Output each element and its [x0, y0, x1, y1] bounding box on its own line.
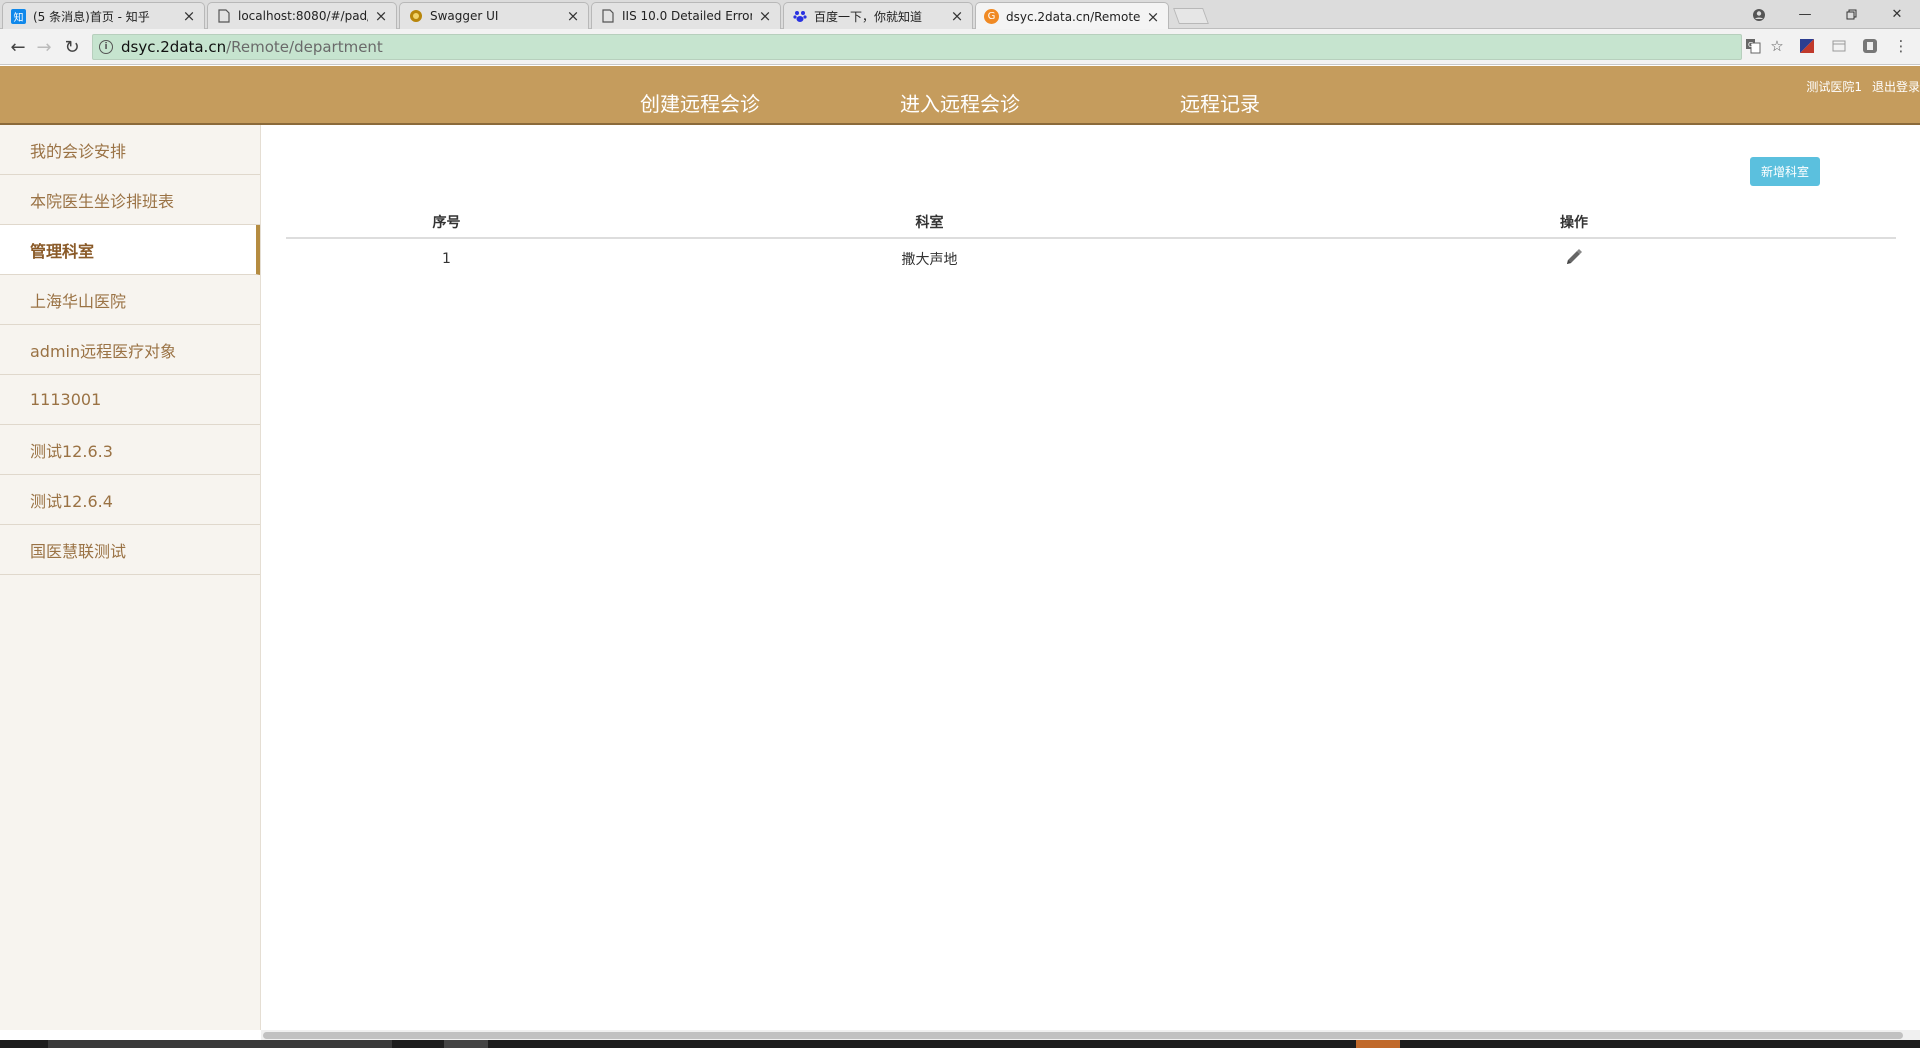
menu-icon[interactable]: ⋮: [1890, 35, 1912, 57]
new-tab-button[interactable]: [1173, 8, 1209, 24]
close-tab-icon[interactable]: ×: [182, 9, 196, 24]
profile-icon[interactable]: [1738, 0, 1780, 29]
browser-tab-title: (5 条消息)首页 - 知乎: [33, 9, 150, 24]
table-header-row: 序号 科室 操作: [286, 206, 1896, 239]
table-row: 1 撒大声地: [286, 238, 1896, 278]
sidebar-item-doctor-schedule[interactable]: 本院医生坐诊排班表: [0, 175, 260, 225]
browser-tab[interactable]: Swagger UI ×: [399, 2, 589, 29]
close-tab-icon[interactable]: ×: [758, 9, 772, 24]
department-table: 序号 科室 操作 1 撒大声地: [286, 206, 1896, 278]
forward-icon[interactable]: →: [32, 35, 56, 59]
logout-link[interactable]: 退出登录: [1872, 78, 1920, 95]
zhihu-icon: 知: [11, 8, 26, 24]
sidebar-item-manage-departments[interactable]: 管理科室: [0, 225, 260, 275]
window-close-icon[interactable]: ✕: [1876, 0, 1918, 29]
bookmark-star-icon[interactable]: ☆: [1766, 35, 1788, 57]
sidebar-item-hospital[interactable]: 国医慧联测试: [0, 525, 260, 575]
sidebar-item-hospital[interactable]: 测试12.6.4: [0, 475, 260, 525]
add-department-button[interactable]: 新增科室: [1750, 157, 1820, 186]
column-header-index: 序号: [286, 206, 607, 239]
app-header: 创建远程会诊 进入远程会诊 远程记录 测试医院1 退出登录: [0, 66, 1920, 125]
translate-icon[interactable]: G: [1742, 35, 1764, 57]
close-tab-icon[interactable]: ×: [950, 9, 964, 24]
nav-create-consultation[interactable]: 创建远程会诊: [640, 88, 760, 117]
close-tab-icon[interactable]: ×: [566, 9, 580, 24]
browser-tab[interactable]: 知 (5 条消息)首页 - 知乎 ×: [2, 2, 205, 29]
url-host: dsyc.2data.cn: [121, 38, 227, 56]
back-icon[interactable]: ←: [6, 35, 30, 59]
sidebar-item-hospital[interactable]: admin远程医疗对象: [0, 325, 260, 375]
cell-department: 撒大声地: [901, 251, 958, 268]
minimize-icon[interactable]: —: [1784, 0, 1826, 29]
browser-tab-title: localhost:8080/#/pad/c: [238, 9, 368, 23]
nav-consultation-records[interactable]: 远程记录: [1180, 88, 1260, 117]
close-tab-icon[interactable]: ×: [1146, 9, 1160, 24]
browser-tab[interactable]: localhost:8080/#/pad/c ×: [207, 2, 397, 29]
column-header-department: 科室: [607, 206, 1252, 239]
close-tab-icon[interactable]: ×: [374, 9, 388, 24]
cell-index: 1: [442, 250, 451, 267]
browser-toolbar: ← → ↻ i dsyc.2data.cn/Remote/department …: [0, 29, 1920, 65]
extension-icon[interactable]: [1828, 35, 1850, 57]
url-path: /Remote/department: [226, 38, 383, 56]
column-header-actions: 操作: [1252, 206, 1896, 239]
browser-tab-title: IIS 10.0 Detailed Error -: [622, 9, 752, 23]
swagger-icon: [408, 9, 423, 24]
restore-icon[interactable]: [1830, 0, 1872, 29]
nav-enter-consultation[interactable]: 进入远程会诊: [900, 88, 1020, 117]
browser-tab-title: Swagger UI: [430, 9, 499, 23]
browser-tab[interactable]: 百度一下，你就知道 ×: [783, 2, 973, 29]
current-user-link[interactable]: 测试医院1: [1806, 78, 1862, 95]
sidebar-item-hospital[interactable]: 测试12.6.3: [0, 425, 260, 475]
extension-icon[interactable]: [1859, 35, 1881, 57]
page-icon: [216, 9, 231, 24]
sidebar: 我的会诊安排 本院医生坐诊排班表 管理科室 上海华山医院 admin远程医疗对象…: [0, 125, 261, 1030]
site-g-icon: G: [984, 9, 999, 24]
site-info-icon[interactable]: i: [99, 40, 113, 54]
baidu-icon: [792, 9, 807, 24]
sidebar-item-hospital[interactable]: 上海华山医院: [0, 275, 260, 325]
user-links: 测试医院1 退出登录: [1806, 78, 1920, 95]
scrollbar-thumb[interactable]: [263, 1032, 1903, 1039]
cell-actions: [1252, 238, 1896, 278]
sidebar-item-my-consultations[interactable]: 我的会诊安排: [0, 125, 260, 175]
pencil-icon[interactable]: [1564, 247, 1584, 271]
page-icon: [600, 9, 615, 24]
sidebar-item-hospital[interactable]: 1113001: [0, 375, 260, 425]
os-taskbar: [0, 1040, 1920, 1048]
browser-tab-active[interactable]: G dsyc.2data.cn/Remote/ ×: [975, 2, 1169, 30]
svg-text:G: G: [1748, 41, 1753, 49]
browser-tab[interactable]: IIS 10.0 Detailed Error - ×: [591, 2, 781, 29]
extension-icon[interactable]: [1796, 35, 1818, 57]
browser-tab-strip: 知 (5 条消息)首页 - 知乎 × localhost:8080/#/pad/…: [0, 0, 1920, 30]
reload-icon[interactable]: ↻: [60, 35, 84, 59]
browser-tab-title: dsyc.2data.cn/Remote/: [1006, 9, 1140, 24]
browser-tab-title: 百度一下，你就知道: [814, 9, 923, 24]
horizontal-scrollbar[interactable]: [261, 1030, 1920, 1040]
address-bar[interactable]: i dsyc.2data.cn/Remote/department: [92, 34, 1742, 60]
